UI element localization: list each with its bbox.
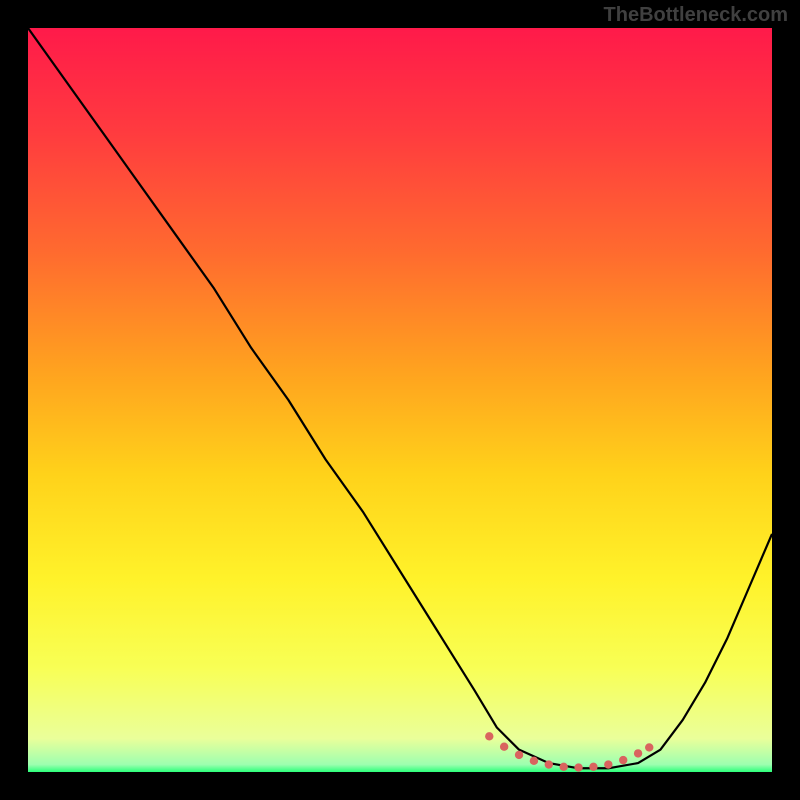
valley-marker-dot [559, 763, 567, 771]
valley-marker-dot [545, 760, 553, 768]
bottleneck-curve-chart [28, 28, 772, 772]
gradient-background [28, 28, 772, 772]
valley-marker-dot [530, 757, 538, 765]
valley-marker-dot [619, 756, 627, 764]
valley-marker-dot [574, 763, 582, 771]
valley-marker-dot [634, 749, 642, 757]
valley-marker-dot [515, 751, 523, 759]
valley-marker-dot [485, 732, 493, 740]
valley-marker-dot [645, 743, 653, 751]
valley-marker-dot [604, 760, 612, 768]
plot-area [28, 28, 772, 772]
valley-marker-dot [589, 763, 597, 771]
valley-marker-dot [500, 743, 508, 751]
chart-container: TheBottleneck.com [0, 0, 800, 800]
watermark-text: TheBottleneck.com [604, 4, 788, 27]
